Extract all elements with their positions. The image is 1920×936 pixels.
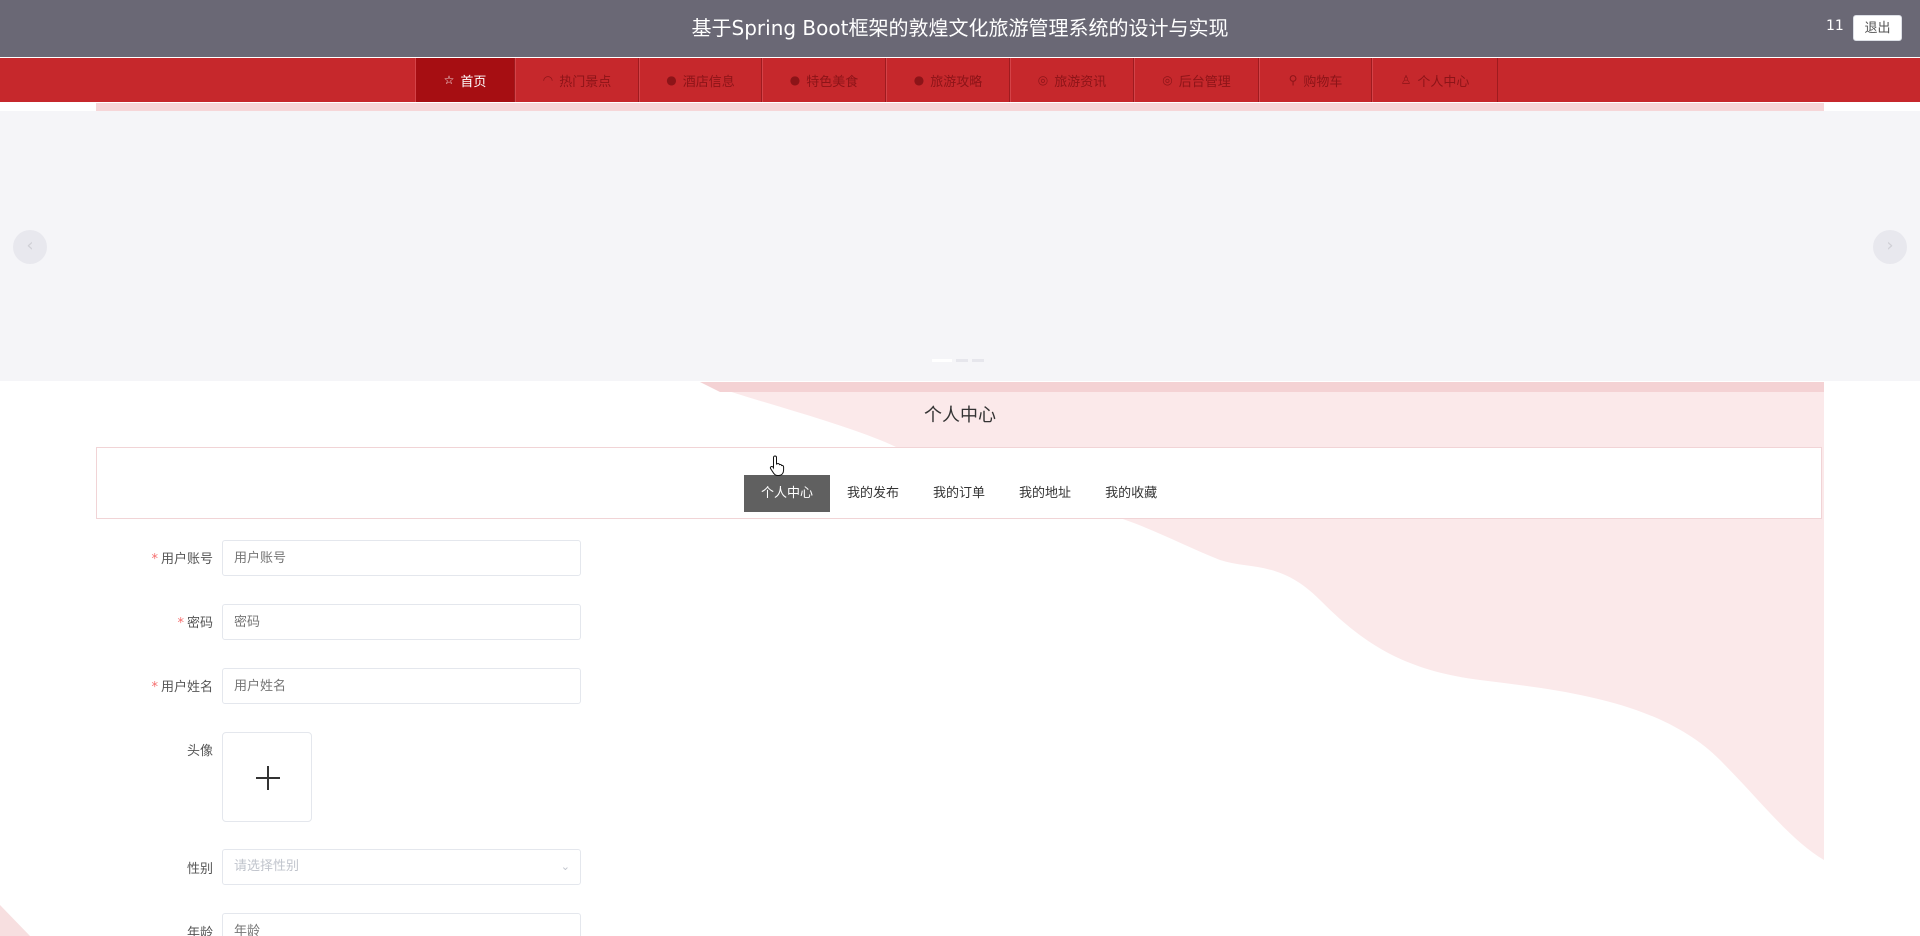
gender-label: 性别 (186, 862, 213, 877)
nav-item-6[interactable]: ◎ 后台管理 (1134, 58, 1259, 102)
hand-cursor-icon (769, 455, 785, 476)
chevron-down-icon: ⌄ (560, 860, 570, 873)
nav-items: ☆ 首页 ◠ 热门景点 ● 酒店信息 ● 特色美食 ● 旅游攻略 ◎ 旅游资讯 ◎ 后台管理 ⚲ 购物车 ♙ 个人… (415, 58, 1498, 102)
nav-item-label: 后台管理 (1178, 74, 1231, 90)
carousel-next-button[interactable]: › (1873, 230, 1907, 264)
app-title: 基于Spring Boot框架的敦煌文化旅游管理系统的设计与实现 (691, 16, 1229, 40)
current-user: 11 (1826, 18, 1844, 34)
headset-icon: ◠ (542, 73, 554, 87)
carousel (96, 103, 1824, 381)
tab-1[interactable]: 我的发布 (830, 475, 916, 512)
required-mark: * (151, 680, 158, 695)
eye-icon: ◎ (1037, 73, 1049, 87)
nav-item-7[interactable]: ⚲ 购物车 (1259, 58, 1372, 102)
info-icon: ● (666, 73, 677, 87)
username-label: * 用户账号 (151, 552, 213, 567)
gender-placeholder: 请选择性别 (234, 859, 300, 874)
main-nav: ☆ 首页 ◠ 热门景点 ● 酒店信息 ● 特色美食 ● 旅游攻略 ◎ 旅游资讯 ◎ 后台管理 ⚲ 购物车 ♙ 个人… (0, 58, 1920, 102)
page: 基于Spring Boot框架的敦煌文化旅游管理系统的设计与实现 11 退出 ☆… (0, 0, 1920, 936)
carousel-dot[interactable] (956, 359, 968, 362)
nav-item-1[interactable]: ◠ 热门景点 (515, 58, 639, 102)
tab-2[interactable]: 我的订单 (916, 475, 1002, 512)
nav-item-8[interactable]: ♙ 个人中心 (1372, 58, 1498, 102)
required-mark: * (177, 616, 184, 631)
nav-item-label: 旅游资讯 (1054, 74, 1107, 90)
question-icon: ● (789, 73, 801, 87)
cart-icon: ⚲ (1288, 73, 1298, 87)
tab-0[interactable]: 个人中心 (744, 475, 831, 512)
password-input[interactable] (222, 604, 581, 640)
star-icon: ☆ (443, 73, 455, 87)
section-title: 个人中心 (924, 405, 996, 426)
age-input[interactable] (222, 913, 581, 936)
required-mark: * (151, 552, 158, 567)
user-icon: ♙ (1400, 73, 1412, 87)
nav-item-label: 首页 (460, 74, 487, 90)
age-label: 年龄 (186, 926, 213, 936)
info-icon: ● (913, 73, 925, 87)
app-header: 基于Spring Boot框架的敦煌文化旅游管理系统的设计与实现 11 退出 (0, 0, 1920, 57)
profile-tabs: 个人中心 我的发布 我的订单 我的地址 我的收藏 (744, 475, 1174, 512)
nav-item-label: 酒店信息 (682, 74, 735, 90)
nav-item-4[interactable]: ● 旅游攻略 (886, 58, 1010, 102)
tab-4[interactable]: 我的收藏 (1088, 475, 1174, 512)
realname-input[interactable] (222, 668, 581, 704)
avatar-label: 头像 (186, 744, 213, 759)
user-settings-icon: ◎ (1162, 73, 1173, 87)
nav-item-label: 热门景点 (559, 74, 612, 90)
password-label: * 密码 (177, 616, 213, 631)
tab-3[interactable]: 我的地址 (1002, 475, 1088, 512)
avatar-upload-button[interactable] (222, 732, 312, 822)
nav-item-label: 购物车 (1303, 74, 1343, 90)
logout-button[interactable]: 退出 (1853, 15, 1902, 41)
nav-item-3[interactable]: ● 特色美食 (762, 58, 886, 102)
nav-item-5[interactable]: ◎ 旅游资讯 (1010, 58, 1134, 102)
username-input[interactable] (222, 540, 581, 576)
nav-item-2[interactable]: ● 酒店信息 (639, 58, 762, 102)
carousel-prev-button[interactable]: ‹ (13, 230, 47, 264)
nav-item-label: 特色美食 (806, 74, 859, 90)
carousel-indicators (932, 359, 984, 362)
nav-item-label: 旅游攻略 (930, 74, 983, 90)
realname-label: * 用户姓名 (151, 680, 213, 695)
carousel-dot[interactable] (932, 359, 952, 362)
nav-item-0[interactable]: ☆ 首页 (415, 58, 515, 102)
nav-item-label: 个人中心 (1417, 74, 1470, 90)
gender-select[interactable]: 请选择性别 ⌄ (222, 849, 581, 885)
carousel-dot[interactable] (972, 359, 984, 362)
carousel-top-strip (96, 103, 1824, 111)
